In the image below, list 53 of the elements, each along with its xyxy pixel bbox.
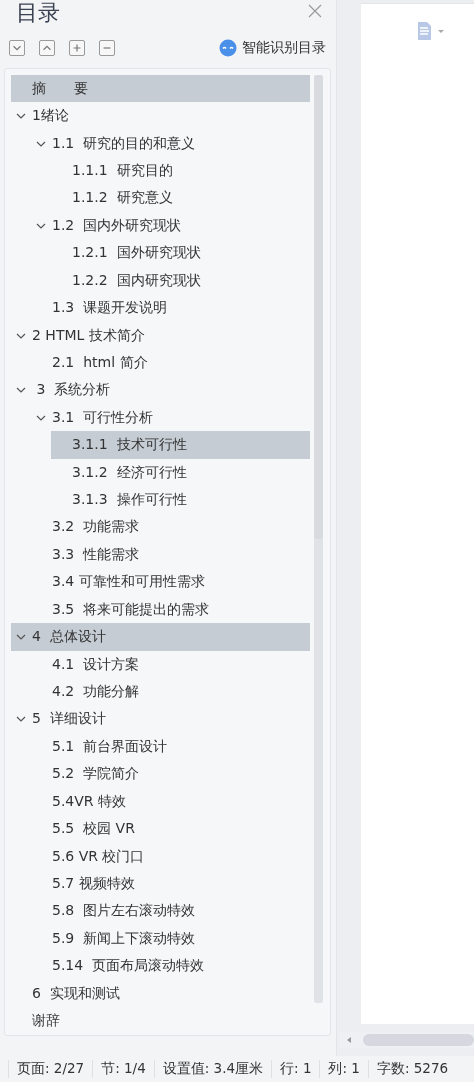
smile-face-icon: [219, 39, 237, 57]
toc-item[interactable]: 摘 要: [11, 75, 310, 103]
toc-item[interactable]: 3 系统分析: [11, 376, 310, 405]
toc-item[interactable]: 5.14 页面布局滚动特效: [31, 952, 310, 980]
toc-item[interactable]: 3.3 性能需求: [31, 541, 310, 569]
toc-item[interactable]: 3.4 可靠性和可用性需求: [31, 568, 310, 596]
toc-item[interactable]: 3.1.1 技术可行性: [51, 431, 310, 459]
collapse-button[interactable]: [9, 40, 25, 56]
toc-item[interactable]: 2.1 html 简介: [31, 349, 310, 377]
status-item: 设置值: 3.4厘米: [153, 1060, 272, 1078]
status-item: 列: 1: [319, 1060, 368, 1078]
toc-item[interactable]: 2 HTML 技术简介: [11, 321, 310, 350]
toc-item[interactable]: 3.1 可行性分析: [31, 404, 310, 432]
toc-item[interactable]: 5.9 新闻上下滚动特效: [31, 925, 310, 953]
toc-item[interactable]: 1.1.2 研究意义: [51, 184, 310, 213]
status-item: 字数: 5276: [367, 1060, 457, 1078]
status-item: 节: 1/4: [92, 1060, 154, 1078]
toc-item[interactable]: 5.6 VR 校门口: [31, 842, 310, 871]
toc-item[interactable]: 1.2.1 国外研究现状: [51, 239, 310, 267]
close-icon[interactable]: [308, 4, 322, 18]
toc-item[interactable]: 1.1 研究的目的和意义: [31, 129, 310, 158]
smart-toc-button[interactable]: 智能识别目录: [219, 39, 326, 57]
toc-item[interactable]: 1.2.2 国内研究现状: [51, 266, 310, 295]
panel-title: 目录: [16, 0, 60, 26]
toc-item[interactable]: 3.1.2 经济可行性: [51, 458, 310, 487]
toc-item[interactable]: 3.2 功能需求: [31, 513, 310, 542]
scrollbar-thumb[interactable]: [314, 75, 323, 539]
toc-item[interactable]: 1.1.1 研究目的: [51, 157, 310, 185]
plus-button[interactable]: [69, 40, 85, 56]
toc-item[interactable]: 5.1 前台界面设计: [31, 733, 310, 761]
toc-item[interactable]: 1.3 课题开发说明: [31, 294, 310, 322]
toc-item[interactable]: 3.1.3 操作可行性: [51, 486, 310, 514]
toc-item[interactable]: 5.7 视频特效: [31, 870, 310, 898]
status-item: 页面: 2/27: [8, 1060, 93, 1078]
toc-item[interactable]: 谢辞: [11, 1007, 310, 1035]
minus-button[interactable]: [99, 40, 115, 56]
expand-button[interactable]: [39, 40, 55, 56]
toc-item[interactable]: 3.5 将来可能提出的需求: [31, 596, 310, 624]
toc-item[interactable]: 4.1 设计方案: [31, 650, 310, 679]
status-item: 行: 1: [271, 1060, 320, 1078]
toc-item[interactable]: 5.2 学院简介: [31, 760, 310, 788]
toc-item[interactable]: 4.2 功能分解: [31, 678, 310, 706]
toc-item[interactable]: 1.2 国内外研究现状: [31, 212, 310, 240]
toc-item[interactable]: 5 详细设计: [11, 705, 310, 734]
toc-item[interactable]: 5.8 图片左右滚动特效: [31, 897, 310, 926]
toc-item[interactable]: 5.5 校园 VR: [31, 815, 310, 843]
toc-item[interactable]: 6 实现和测试: [11, 979, 310, 1008]
plus-icon: [71, 42, 83, 54]
toc-item[interactable]: 4 总体设计: [11, 623, 310, 651]
toc-item[interactable]: 1绪论: [11, 102, 310, 130]
toc-item[interactable]: 5.4VR 特效: [31, 787, 310, 816]
scroll-left-icon[interactable]: [345, 1036, 353, 1044]
document-icon[interactable]: [417, 22, 445, 40]
